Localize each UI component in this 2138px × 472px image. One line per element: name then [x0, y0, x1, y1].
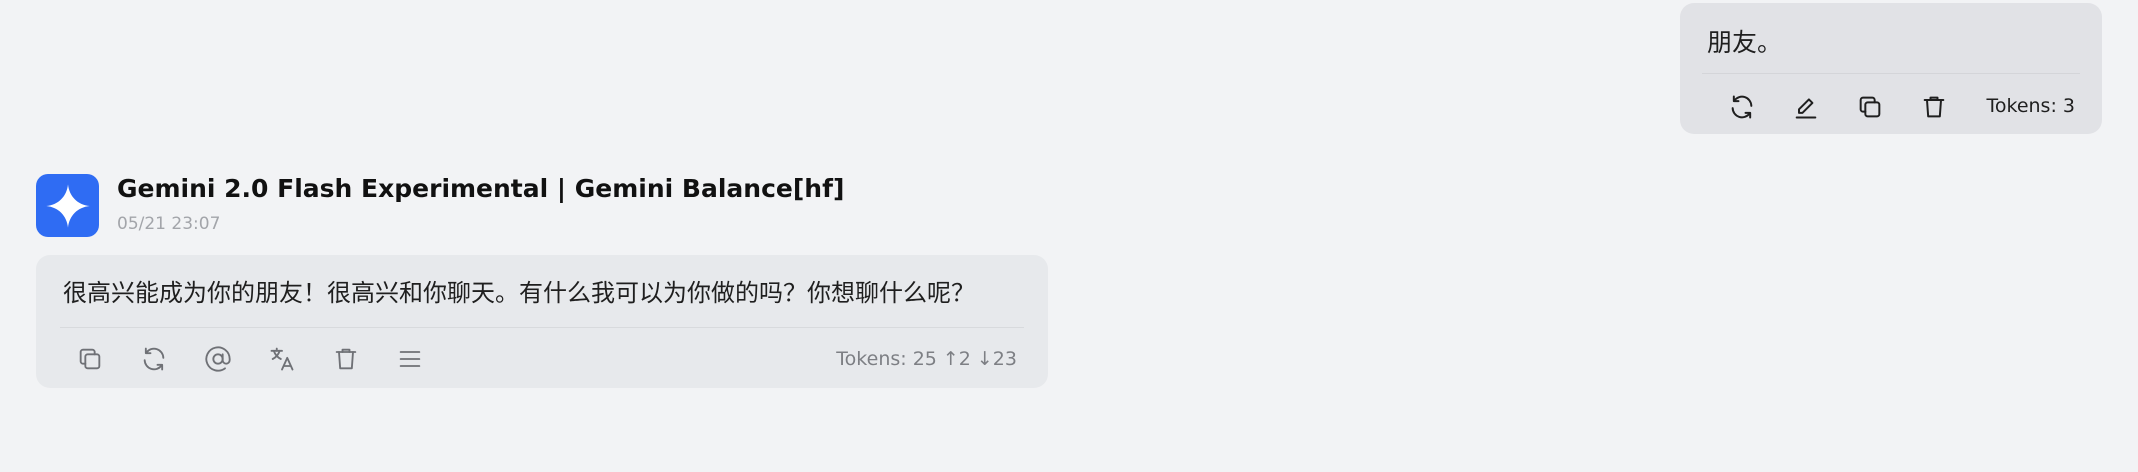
- trash-icon: [335, 348, 357, 370]
- copy-button[interactable]: [72, 341, 108, 377]
- delete-button[interactable]: [328, 341, 364, 377]
- assistant-message-text: 很高兴能成为你的朋友！很高兴和你聊天。有什么我可以为你做的吗？你想聊什么呢？: [63, 279, 975, 307]
- model-name: Gemini 2.0 Flash Experimental | Gemini B…: [117, 174, 845, 203]
- token-count: Tokens: 3: [1986, 95, 2076, 117]
- gemini-star-icon: [45, 183, 90, 228]
- pencil-icon: [1795, 98, 1817, 119]
- trash-icon: [1923, 96, 1945, 118]
- assistant-message-actions: Tokens: 25 ↑2 ↓23: [36, 341, 1048, 377]
- token-count: Tokens: 25 ↑2 ↓23: [836, 348, 1017, 370]
- chat-view: 朋友。 Tokens: 3 Gemini 2.0 Flash Experimen…: [0, 0, 2138, 472]
- copy-button[interactable]: [1852, 89, 1888, 125]
- more-button[interactable]: [392, 341, 428, 377]
- mention-button[interactable]: [200, 341, 236, 377]
- model-avatar: [36, 174, 99, 237]
- at-icon: [205, 346, 231, 372]
- regenerate-button[interactable]: [1724, 89, 1760, 125]
- token-input: ↑2: [942, 348, 971, 370]
- translate-icon: [270, 347, 294, 371]
- menu-icon: [399, 351, 421, 367]
- refresh-icon: [1731, 95, 1753, 119]
- copy-icon: [79, 348, 101, 370]
- message-timestamp: 05/21 23:07: [117, 214, 221, 234]
- divider: [1702, 73, 2080, 74]
- token-output: ↓23: [976, 348, 1017, 370]
- regenerate-button[interactable]: [136, 341, 172, 377]
- user-message-text: 朋友。: [1707, 28, 1783, 57]
- edit-button[interactable]: [1788, 89, 1824, 125]
- copy-icon: [1859, 96, 1881, 118]
- divider: [60, 327, 1024, 328]
- delete-button[interactable]: [1916, 89, 1952, 125]
- assistant-message-bubble: 很高兴能成为你的朋友！很高兴和你聊天。有什么我可以为你做的吗？你想聊什么呢？ T…: [36, 255, 1048, 388]
- token-total: Tokens: 25: [836, 348, 937, 370]
- user-message-bubble: 朋友。 Tokens: 3: [1680, 3, 2102, 134]
- refresh-icon: [143, 347, 165, 371]
- translate-button[interactable]: [264, 341, 300, 377]
- user-message-actions: Tokens: 3: [1680, 89, 2102, 125]
